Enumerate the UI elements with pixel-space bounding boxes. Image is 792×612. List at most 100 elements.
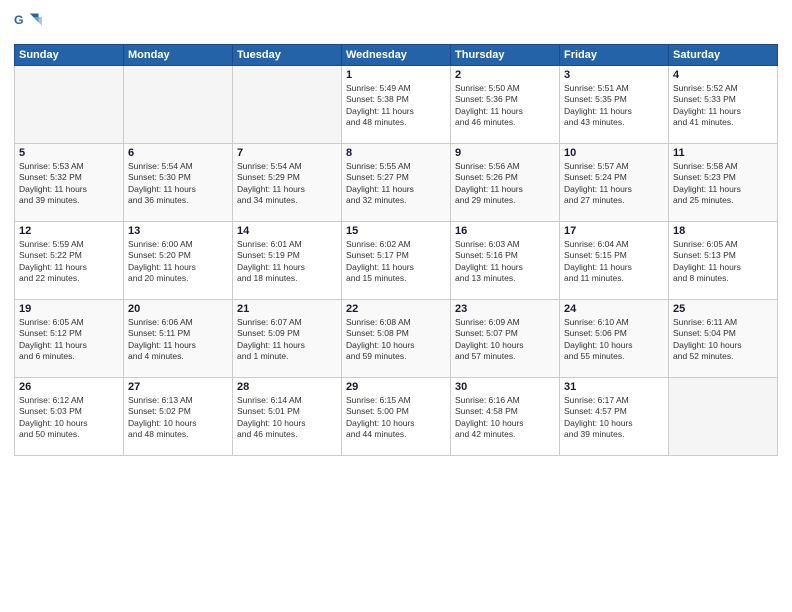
day-number: 11 bbox=[673, 147, 773, 159]
day-info: Sunrise: 6:11 AM Sunset: 5:04 PM Dayligh… bbox=[673, 317, 773, 363]
header-cell-saturday: Saturday bbox=[669, 45, 778, 66]
calendar-cell: 12 Sunrise: 5:59 AM Sunset: 5:22 PM Dayli… bbox=[15, 222, 124, 300]
day-info: Sunrise: 5:51 AM Sunset: 5:35 PM Dayligh… bbox=[564, 83, 664, 129]
calendar-table: SundayMondayTuesdayWednesdayThursdayFrid… bbox=[14, 44, 778, 456]
logo-icon: G bbox=[14, 10, 42, 38]
calendar-week-3: 12 Sunrise: 5:59 AM Sunset: 5:22 PM Dayli… bbox=[15, 222, 778, 300]
day-info: Sunrise: 5:54 AM Sunset: 5:29 PM Dayligh… bbox=[237, 161, 337, 207]
calendar-week-2: 5 Sunrise: 5:53 AM Sunset: 5:32 PM Daylig… bbox=[15, 144, 778, 222]
calendar-cell: 6 Sunrise: 5:54 AM Sunset: 5:30 PM Daylig… bbox=[124, 144, 233, 222]
logo: G bbox=[14, 10, 44, 38]
day-number: 22 bbox=[346, 303, 446, 315]
day-number: 9 bbox=[455, 147, 555, 159]
calendar-cell: 23 Sunrise: 6:09 AM Sunset: 5:07 PM Dayli… bbox=[451, 300, 560, 378]
calendar-cell: 10 Sunrise: 5:57 AM Sunset: 5:24 PM Dayli… bbox=[560, 144, 669, 222]
day-info: Sunrise: 5:56 AM Sunset: 5:26 PM Dayligh… bbox=[455, 161, 555, 207]
calendar-cell: 15 Sunrise: 6:02 AM Sunset: 5:17 PM Dayli… bbox=[342, 222, 451, 300]
day-number: 31 bbox=[564, 381, 664, 393]
day-info: Sunrise: 5:58 AM Sunset: 5:23 PM Dayligh… bbox=[673, 161, 773, 207]
calendar-cell: 16 Sunrise: 6:03 AM Sunset: 5:16 PM Dayli… bbox=[451, 222, 560, 300]
calendar-cell: 4Sunrise: 5:52 AM Sunset: 5:33 PM Daylig… bbox=[669, 66, 778, 144]
day-info: Sunrise: 6:03 AM Sunset: 5:16 PM Dayligh… bbox=[455, 239, 555, 285]
calendar-week-5: 26 Sunrise: 6:12 AM Sunset: 5:03 PM Dayli… bbox=[15, 378, 778, 456]
day-number: 2 bbox=[455, 69, 555, 81]
day-number: 17 bbox=[564, 225, 664, 237]
header-cell-sunday: Sunday bbox=[15, 45, 124, 66]
header-cell-thursday: Thursday bbox=[451, 45, 560, 66]
day-info: Sunrise: 6:17 AM Sunset: 4:57 PM Dayligh… bbox=[564, 395, 664, 441]
day-number: 5 bbox=[19, 147, 119, 159]
calendar-cell bbox=[233, 66, 342, 144]
day-number: 15 bbox=[346, 225, 446, 237]
calendar-cell: 17Sunrise: 6:04 AM Sunset: 5:15 PM Dayli… bbox=[560, 222, 669, 300]
day-info: Sunrise: 6:12 AM Sunset: 5:03 PM Dayligh… bbox=[19, 395, 119, 441]
calendar-header-row: SundayMondayTuesdayWednesdayThursdayFrid… bbox=[15, 45, 778, 66]
calendar-cell: 14 Sunrise: 6:01 AM Sunset: 5:19 PM Dayli… bbox=[233, 222, 342, 300]
day-number: 10 bbox=[564, 147, 664, 159]
day-number: 14 bbox=[237, 225, 337, 237]
day-info: Sunrise: 6:09 AM Sunset: 5:07 PM Dayligh… bbox=[455, 317, 555, 363]
day-number: 3 bbox=[564, 69, 664, 81]
day-number: 21 bbox=[237, 303, 337, 315]
day-info: Sunrise: 6:00 AM Sunset: 5:20 PM Dayligh… bbox=[128, 239, 228, 285]
calendar-week-4: 19Sunrise: 6:05 AM Sunset: 5:12 PM Dayli… bbox=[15, 300, 778, 378]
day-number: 6 bbox=[128, 147, 228, 159]
calendar-cell: 24Sunrise: 6:10 AM Sunset: 5:06 PM Dayli… bbox=[560, 300, 669, 378]
calendar-cell: 22 Sunrise: 6:08 AM Sunset: 5:08 PM Dayli… bbox=[342, 300, 451, 378]
day-info: Sunrise: 6:05 AM Sunset: 5:13 PM Dayligh… bbox=[673, 239, 773, 285]
calendar-cell bbox=[124, 66, 233, 144]
day-info: Sunrise: 6:06 AM Sunset: 5:11 PM Dayligh… bbox=[128, 317, 228, 363]
header-cell-monday: Monday bbox=[124, 45, 233, 66]
calendar-week-1: 1 Sunrise: 5:49 AM Sunset: 5:38 PM Daylig… bbox=[15, 66, 778, 144]
day-number: 20 bbox=[128, 303, 228, 315]
calendar-body: 1 Sunrise: 5:49 AM Sunset: 5:38 PM Daylig… bbox=[15, 66, 778, 456]
day-info: Sunrise: 5:54 AM Sunset: 5:30 PM Dayligh… bbox=[128, 161, 228, 207]
day-info: Sunrise: 6:14 AM Sunset: 5:01 PM Dayligh… bbox=[237, 395, 337, 441]
calendar-cell: 8Sunrise: 5:55 AM Sunset: 5:27 PM Daylig… bbox=[342, 144, 451, 222]
day-number: 29 bbox=[346, 381, 446, 393]
calendar-cell: 25 Sunrise: 6:11 AM Sunset: 5:04 PM Dayli… bbox=[669, 300, 778, 378]
calendar-cell: 29Sunrise: 6:15 AM Sunset: 5:00 PM Dayli… bbox=[342, 378, 451, 456]
day-number: 1 bbox=[346, 69, 446, 81]
day-info: Sunrise: 6:01 AM Sunset: 5:19 PM Dayligh… bbox=[237, 239, 337, 285]
calendar-cell: 5 Sunrise: 5:53 AM Sunset: 5:32 PM Daylig… bbox=[15, 144, 124, 222]
calendar-cell: 1 Sunrise: 5:49 AM Sunset: 5:38 PM Daylig… bbox=[342, 66, 451, 144]
calendar-cell: 28 Sunrise: 6:14 AM Sunset: 5:01 PM Dayli… bbox=[233, 378, 342, 456]
calendar-cell: 19Sunrise: 6:05 AM Sunset: 5:12 PM Dayli… bbox=[15, 300, 124, 378]
calendar-cell: 9 Sunrise: 5:56 AM Sunset: 5:26 PM Daylig… bbox=[451, 144, 560, 222]
day-info: Sunrise: 6:05 AM Sunset: 5:12 PM Dayligh… bbox=[19, 317, 119, 363]
day-number: 30 bbox=[455, 381, 555, 393]
calendar-cell bbox=[15, 66, 124, 144]
day-info: Sunrise: 5:52 AM Sunset: 5:33 PM Dayligh… bbox=[673, 83, 773, 129]
header-cell-tuesday: Tuesday bbox=[233, 45, 342, 66]
day-info: Sunrise: 5:55 AM Sunset: 5:27 PM Dayligh… bbox=[346, 161, 446, 207]
day-number: 26 bbox=[19, 381, 119, 393]
day-info: Sunrise: 6:08 AM Sunset: 5:08 PM Dayligh… bbox=[346, 317, 446, 363]
day-number: 18 bbox=[673, 225, 773, 237]
day-number: 27 bbox=[128, 381, 228, 393]
day-info: Sunrise: 5:59 AM Sunset: 5:22 PM Dayligh… bbox=[19, 239, 119, 285]
day-number: 28 bbox=[237, 381, 337, 393]
day-info: Sunrise: 5:53 AM Sunset: 5:32 PM Dayligh… bbox=[19, 161, 119, 207]
calendar-cell: 27 Sunrise: 6:13 AM Sunset: 5:02 PM Dayli… bbox=[124, 378, 233, 456]
day-info: Sunrise: 5:50 AM Sunset: 5:36 PM Dayligh… bbox=[455, 83, 555, 129]
day-info: Sunrise: 5:57 AM Sunset: 5:24 PM Dayligh… bbox=[564, 161, 664, 207]
day-number: 25 bbox=[673, 303, 773, 315]
day-number: 23 bbox=[455, 303, 555, 315]
calendar-cell: 31 Sunrise: 6:17 AM Sunset: 4:57 PM Dayli… bbox=[560, 378, 669, 456]
calendar-page: G SundayMondayTuesdayWednesdayThursdayFr… bbox=[0, 0, 792, 612]
day-info: Sunrise: 6:16 AM Sunset: 4:58 PM Dayligh… bbox=[455, 395, 555, 441]
calendar-cell: 3 Sunrise: 5:51 AM Sunset: 5:35 PM Daylig… bbox=[560, 66, 669, 144]
calendar-cell: 2 Sunrise: 5:50 AM Sunset: 5:36 PM Daylig… bbox=[451, 66, 560, 144]
day-info: Sunrise: 6:13 AM Sunset: 5:02 PM Dayligh… bbox=[128, 395, 228, 441]
header-cell-wednesday: Wednesday bbox=[342, 45, 451, 66]
header: G bbox=[14, 10, 778, 38]
day-info: Sunrise: 6:07 AM Sunset: 5:09 PM Dayligh… bbox=[237, 317, 337, 363]
day-number: 12 bbox=[19, 225, 119, 237]
calendar-cell: 30 Sunrise: 6:16 AM Sunset: 4:58 PM Dayli… bbox=[451, 378, 560, 456]
day-info: Sunrise: 6:02 AM Sunset: 5:17 PM Dayligh… bbox=[346, 239, 446, 285]
day-info: Sunrise: 5:49 AM Sunset: 5:38 PM Dayligh… bbox=[346, 83, 446, 129]
calendar-cell: 26 Sunrise: 6:12 AM Sunset: 5:03 PM Dayli… bbox=[15, 378, 124, 456]
calendar-cell: 7Sunrise: 5:54 AM Sunset: 5:29 PM Daylig… bbox=[233, 144, 342, 222]
day-number: 16 bbox=[455, 225, 555, 237]
